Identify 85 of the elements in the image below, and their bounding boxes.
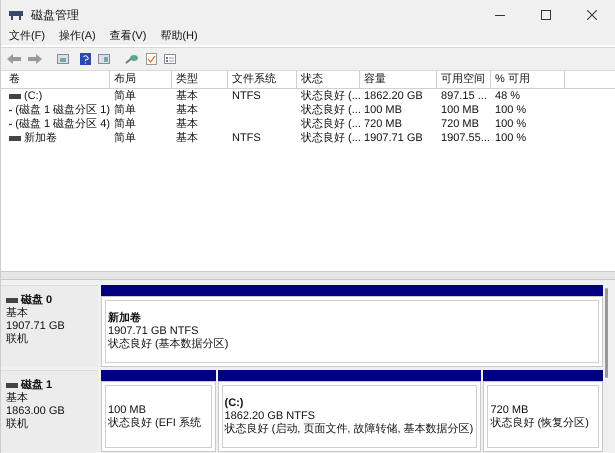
column-header[interactable]: 容量 [360, 71, 437, 88]
checklist-icon[interactable] [146, 53, 157, 65]
partition-status: 状态良好 (基本数据分区) [108, 338, 230, 351]
disk-size: 1907.71 GB [6, 320, 66, 333]
table-cell-text: 720 MB [364, 116, 402, 132]
help-icon[interactable] [80, 53, 91, 65]
menu-item[interactable]: 帮助(H) [160, 28, 198, 44]
table-cell-text: NTFS [232, 88, 261, 104]
properties-icon[interactable] [164, 54, 176, 64]
scrollbar[interactable] [605, 288, 608, 378]
connect-icon[interactable] [125, 54, 139, 64]
menu-item[interactable]: 操作(A) [59, 28, 96, 44]
table-cell-text: 100 MB [441, 102, 479, 118]
partition-size: 720 MB [490, 404, 530, 416]
window-title: 磁盘管理 [31, 7, 79, 24]
disk-info-panel[interactable]: 磁盘 0 基本 1907.71 GB 联机 [1, 285, 98, 367]
table-cell-text: 简单 [114, 88, 136, 104]
panel-icon[interactable] [98, 54, 110, 64]
table-cell-text: 简单 [114, 102, 136, 118]
partition-block[interactable]: 720 MB 状态良好 (恢复分区) [483, 381, 603, 452]
column-header[interactable]: 文件系统 [228, 71, 297, 88]
partition-status: 状态良好 (恢复分区) [490, 416, 590, 430]
table-cell-text: (磁盘 1 磁盘分区 1) [15, 102, 110, 118]
close-icon [587, 10, 597, 20]
minimize-icon [495, 14, 505, 16]
forward-arrow-icon[interactable] [28, 54, 42, 64]
pane-splitter[interactable] [1, 271, 615, 280]
partition-status: 状态良好 (启动, 页面文件, 故障转储, 基本数据分区) [224, 423, 474, 436]
maximize-icon [541, 10, 551, 20]
partition-size: 1907.71 GB NTFS [108, 325, 200, 338]
disk-status: 联机 [6, 418, 29, 431]
drive-icon [6, 298, 18, 303]
column-header[interactable]: 可用空间 [437, 71, 491, 88]
table-cell-text: 状态良好 (... [301, 116, 361, 132]
partition-block[interactable]: 新加卷 1907.71 GB NTFS 状态良好 (基本数据分区) [101, 296, 603, 367]
table-cell-text: 48 % [495, 88, 520, 104]
table-cell-text: NTFS [232, 130, 261, 146]
column-header[interactable]: 布局 [110, 71, 172, 88]
drive-icon [9, 94, 21, 98]
disk-info-panel[interactable]: 磁盘 1 基本 1863.00 GB 联机 [1, 370, 98, 452]
table-cell-text: 简单 [114, 116, 136, 132]
table-cell-text: 1907.71 GB [364, 130, 423, 146]
column-header[interactable]: 状态 [297, 71, 360, 88]
disk-size: 1863.00 GB [6, 405, 66, 418]
partition-size: 1862.20 GB NTFS [224, 410, 316, 422]
table-cell-text: (C:) [24, 88, 42, 104]
column-header[interactable]: % 可用 [491, 71, 565, 88]
disk-name: 磁盘 1 [21, 379, 52, 392]
disk-status: 联机 [6, 333, 29, 346]
table-cell-text: 897.15 ... [441, 88, 487, 104]
disk-type: 基本 [6, 392, 29, 405]
partition-block[interactable]: 100 MB 状态良好 (EFI 系统 [101, 381, 216, 452]
table-cell-text: 基本 [176, 88, 198, 104]
table-cell-text: 100 % [495, 130, 526, 146]
disk-management-icon [9, 10, 23, 20]
panel-icon[interactable] [57, 54, 69, 64]
disk-name: 磁盘 0 [21, 294, 52, 307]
drive-icon [6, 383, 18, 388]
partition-size: 100 MB [108, 404, 147, 416]
table-cell-text: 100 % [495, 102, 526, 118]
drive-icon [9, 136, 21, 140]
partition-label: 新加卷 [108, 312, 142, 325]
table-cell-text: 100 % [495, 116, 526, 132]
menu-item[interactable]: 文件(F) [9, 28, 46, 44]
partition-block[interactable]: (C:) 1862.20 GB NTFS 状态良好 (启动, 页面文件, 故障转储, 基本数据分区) [218, 381, 482, 452]
table-cell-text: 基本 [176, 102, 198, 118]
menu-item[interactable]: 查看(V) [110, 28, 146, 44]
partition-label: (C:) [224, 397, 244, 410]
table-cell-text: 状态良好 (... [301, 102, 361, 118]
column-header[interactable]: 类型 [172, 71, 228, 88]
table-cell-text: 基本 [176, 130, 198, 146]
disk-type: 基本 [6, 307, 29, 320]
table-cell-text: 状态良好 (... [301, 130, 361, 146]
table-cell-text: 新加卷 [24, 130, 57, 146]
table-cell-text: 1907.55... [441, 130, 490, 146]
table-cell-text: (磁盘 1 磁盘分区 4) [15, 116, 110, 132]
table-cell-text: 720 MB [441, 116, 479, 132]
table-cell-text: 100 MB [364, 102, 402, 118]
column-header[interactable]: 卷 [5, 71, 110, 88]
back-arrow-icon[interactable] [7, 54, 21, 64]
table-cell-text: 状态良好 (... [301, 88, 361, 104]
table-cell-text: 简单 [114, 130, 136, 146]
table-cell-text: 基本 [176, 116, 198, 132]
table-cell-text: 1862.20 GB [364, 88, 423, 104]
partition-status: 状态良好 (EFI 系统 [108, 416, 202, 430]
